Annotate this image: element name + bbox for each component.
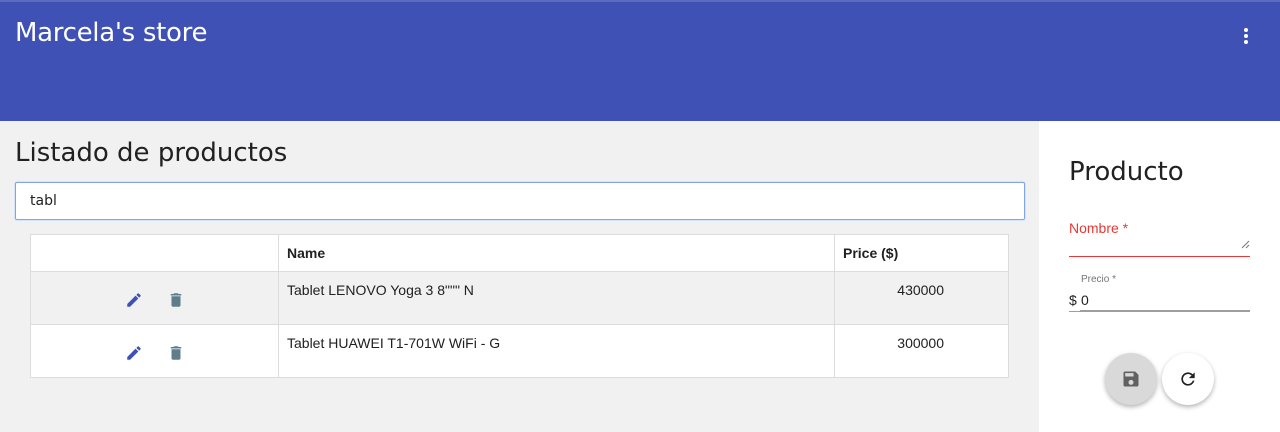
actions-cell — [30, 271, 279, 325]
resize-handle-icon[interactable] — [1240, 239, 1250, 249]
table-row: Tablet LENOVO Yoga 3 8""" N 430000 — [30, 271, 1009, 325]
page-title: Listado de productos — [15, 138, 288, 168]
product-price-cell: 430000 — [834, 271, 1009, 325]
trash-icon[interactable] — [166, 343, 186, 363]
product-form-panel: Producto Nombre * Precio * $ — [1039, 121, 1280, 432]
column-header-actions — [30, 234, 279, 272]
form-title: Producto — [1069, 157, 1184, 187]
price-field-label: Precio * — [1081, 274, 1117, 285]
refresh-icon — [1181, 372, 1195, 386]
trash-icon[interactable] — [166, 290, 186, 310]
product-name-cell: Tablet LENOVO Yoga 3 8""" N — [278, 271, 835, 325]
table-header-row: Name Price ($) — [30, 234, 1009, 272]
pencil-icon[interactable] — [124, 290, 144, 310]
column-header-price: Price ($) — [834, 234, 1009, 272]
actions-cell — [30, 324, 279, 378]
price-field-underline — [1069, 311, 1250, 312]
app-bar: Marcela's store — [0, 0, 1280, 121]
more-vert-icon[interactable] — [1234, 24, 1258, 48]
pencil-icon[interactable] — [124, 343, 144, 363]
name-field[interactable] — [1069, 239, 1250, 257]
app-title: Marcela's store — [15, 18, 208, 48]
column-header-name: Name — [278, 234, 835, 272]
save-button[interactable] — [1105, 353, 1157, 405]
product-list-panel: Listado de productos Name Price ($) — [0, 121, 1039, 432]
product-name-cell: Tablet HUAWEI T1-701W WiFi - G — [278, 324, 835, 378]
currency-prefix: $ — [1069, 292, 1077, 308]
product-price-cell: 300000 — [834, 324, 1009, 378]
floppy-disk-icon — [1123, 371, 1139, 387]
table-row: Tablet HUAWEI T1-701W WiFi - G 300000 — [30, 324, 1009, 378]
reset-button[interactable] — [1162, 353, 1214, 405]
product-table: Name Price ($) Tablet LENOVO Yoga 3 8"""… — [30, 234, 1009, 378]
price-field[interactable] — [1080, 289, 1250, 311]
name-field-label: Nombre * — [1069, 220, 1129, 236]
search-input[interactable] — [15, 182, 1025, 220]
